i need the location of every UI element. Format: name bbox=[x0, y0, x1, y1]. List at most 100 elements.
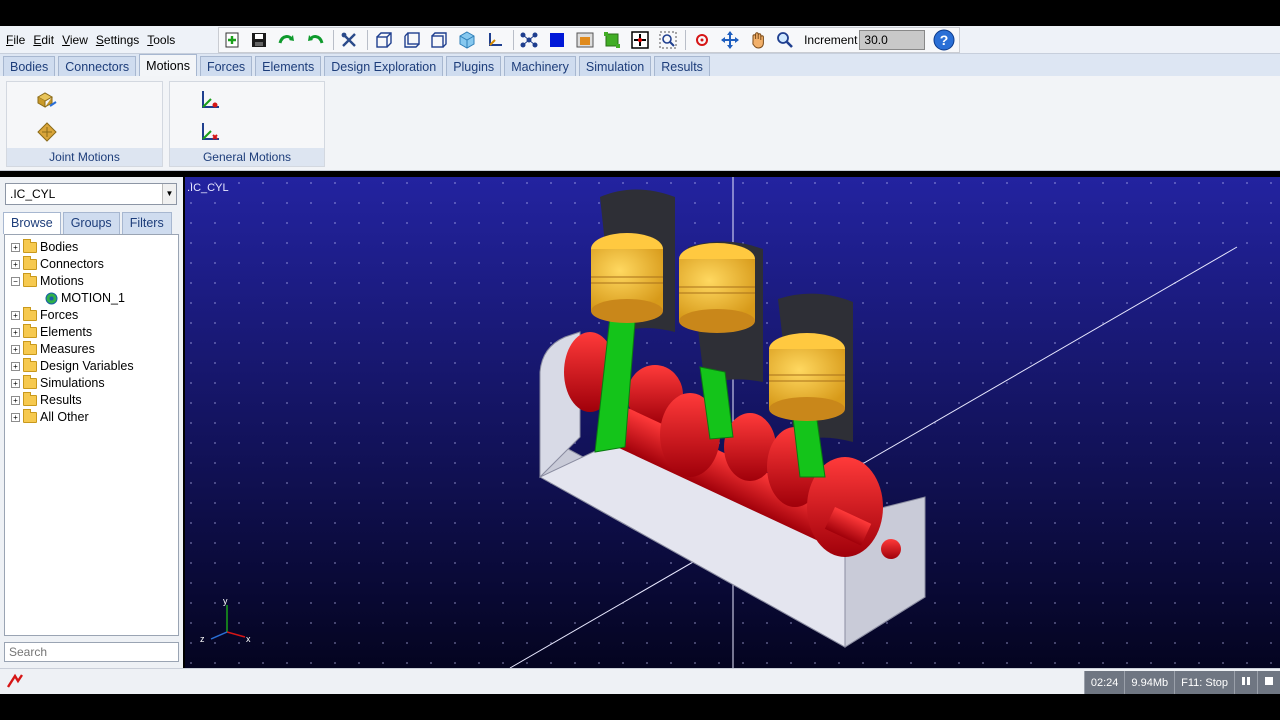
grid-button[interactable] bbox=[517, 28, 543, 52]
general-motion-button[interactable] bbox=[198, 88, 222, 112]
tree-item-motions[interactable]: − Motions bbox=[11, 272, 84, 289]
menu-settings[interactable]: Settings bbox=[96, 33, 139, 47]
status-hint: F11: Stop bbox=[1174, 671, 1234, 695]
expand-icon[interactable]: + bbox=[11, 259, 20, 269]
tree-item-design-variables[interactable]: + Design Variables bbox=[11, 357, 134, 374]
toolbar-separator bbox=[367, 30, 369, 50]
tree-item-label: MOTION_1 bbox=[61, 291, 125, 305]
folder-icon bbox=[23, 357, 37, 372]
render-square-icon bbox=[550, 33, 564, 47]
tree-item-label: Measures bbox=[40, 342, 95, 356]
tree-item-simulations[interactable]: + Simulations bbox=[11, 374, 105, 391]
tab-results[interactable]: Results bbox=[654, 56, 710, 76]
view-top-button[interactable] bbox=[427, 28, 453, 52]
expand-icon[interactable]: + bbox=[11, 242, 20, 252]
app-logo-icon bbox=[6, 673, 23, 688]
folder-icon bbox=[23, 272, 37, 287]
tree-item-elements[interactable]: + Elements bbox=[11, 323, 92, 340]
pan-button[interactable] bbox=[745, 28, 771, 52]
view-side-button[interactable] bbox=[399, 28, 425, 52]
tree-item-results[interactable]: + Results bbox=[11, 391, 82, 408]
expand-icon[interactable]: + bbox=[11, 395, 20, 405]
expand-icon[interactable]: + bbox=[11, 412, 20, 422]
folder-icon bbox=[23, 340, 37, 355]
menu-bar: File Edit View Settings Tools bbox=[2, 26, 179, 54]
tab-plugins[interactable]: Plugins bbox=[446, 56, 502, 76]
undo-button[interactable] bbox=[302, 28, 328, 52]
redo-button[interactable] bbox=[274, 28, 300, 52]
expand-icon[interactable]: + bbox=[11, 344, 20, 354]
general-motions-group: General Motions bbox=[169, 81, 325, 167]
increment-input[interactable] bbox=[859, 30, 926, 50]
rotate-button[interactable] bbox=[717, 28, 743, 52]
tools-button[interactable] bbox=[337, 28, 363, 52]
help-button[interactable]: ? bbox=[931, 28, 957, 52]
tab-machinery[interactable]: Machinery bbox=[504, 56, 576, 76]
tree-item-measures[interactable]: + Measures bbox=[11, 340, 95, 357]
new-model-button[interactable] bbox=[219, 28, 245, 52]
tab-filters[interactable]: Filters bbox=[121, 212, 172, 234]
graphics-viewport[interactable]: y x z .IC_CYL bbox=[185, 177, 1280, 668]
center-button[interactable] bbox=[689, 28, 715, 52]
save-button[interactable] bbox=[247, 28, 273, 52]
tab-groups[interactable]: Groups bbox=[62, 212, 120, 234]
expand-icon[interactable]: + bbox=[11, 327, 20, 337]
view-front-button[interactable] bbox=[371, 28, 397, 52]
zoom-box-icon bbox=[659, 31, 677, 49]
expand-icon[interactable]: + bbox=[11, 378, 20, 388]
expand-icon[interactable]: + bbox=[11, 310, 20, 320]
general-motion-icon bbox=[202, 91, 219, 108]
tab-forces[interactable]: Forces bbox=[199, 56, 253, 76]
redo-icon bbox=[278, 35, 295, 44]
select-button[interactable] bbox=[599, 28, 625, 52]
model-selector-value: .IC_CYL bbox=[10, 187, 56, 201]
axis-view-button[interactable] bbox=[482, 28, 508, 52]
toolbar-separator bbox=[332, 30, 334, 50]
svg-text:?: ? bbox=[940, 32, 949, 48]
help-icon: ? bbox=[933, 29, 955, 51]
select-green-icon bbox=[604, 32, 621, 48]
tree-item-connectors[interactable]: + Connectors bbox=[11, 255, 104, 272]
window-fit-button[interactable] bbox=[572, 28, 598, 52]
top-black-bar bbox=[0, 0, 1280, 26]
folder-icon bbox=[23, 323, 37, 338]
tree-item-forces[interactable]: + Forces bbox=[11, 306, 78, 323]
tab-bodies[interactable]: Bodies bbox=[3, 56, 56, 76]
search-input[interactable] bbox=[4, 642, 179, 662]
zoom-box-button[interactable] bbox=[655, 28, 681, 52]
model-selector[interactable]: .IC_CYL ▼ bbox=[5, 183, 177, 205]
tree-item-label: Motions bbox=[40, 274, 84, 288]
pause-button[interactable] bbox=[1234, 671, 1257, 695]
expand-icon[interactable]: + bbox=[11, 361, 20, 371]
collapse-icon[interactable]: − bbox=[11, 276, 20, 286]
tree-item-bodies[interactable]: + Bodies bbox=[11, 238, 78, 255]
tree-item-all-other[interactable]: + All Other bbox=[11, 408, 89, 425]
view-iso-button[interactable] bbox=[454, 28, 480, 52]
chevron-down-icon[interactable]: ▼ bbox=[162, 184, 176, 204]
folder-icon bbox=[23, 238, 37, 253]
tab-simulation[interactable]: Simulation bbox=[578, 56, 652, 76]
tree-item-motion-1[interactable]: MOTION_1 bbox=[45, 290, 125, 306]
pause-icon bbox=[1242, 677, 1250, 685]
increment-label: Increment bbox=[804, 33, 858, 47]
bottom-black-bar bbox=[0, 694, 1280, 720]
menu-edit[interactable]: Edit bbox=[33, 33, 54, 47]
tab-motions[interactable]: Motions bbox=[139, 54, 197, 76]
tree-item-label: Connectors bbox=[40, 257, 104, 271]
shaded-render-button[interactable] bbox=[544, 28, 570, 52]
hand-icon bbox=[751, 32, 764, 49]
tab-browse[interactable]: Browse bbox=[3, 212, 61, 234]
joint-motion-alt-button[interactable] bbox=[35, 120, 59, 144]
fit-all-button[interactable] bbox=[627, 28, 653, 52]
toolbar-separator bbox=[512, 30, 514, 50]
joint-motion-button[interactable] bbox=[35, 88, 59, 112]
stop-button[interactable] bbox=[1257, 671, 1280, 695]
tab-elements[interactable]: Elements bbox=[255, 56, 322, 76]
menu-view[interactable]: View bbox=[62, 33, 88, 47]
tab-design-exploration[interactable]: Design Exploration bbox=[324, 56, 444, 76]
zoom-button[interactable] bbox=[772, 28, 798, 52]
general-motion-alt-button[interactable] bbox=[198, 120, 222, 144]
menu-file[interactable]: File bbox=[6, 33, 25, 47]
menu-tools[interactable]: Tools bbox=[147, 33, 175, 47]
tab-connectors[interactable]: Connectors bbox=[58, 56, 137, 76]
